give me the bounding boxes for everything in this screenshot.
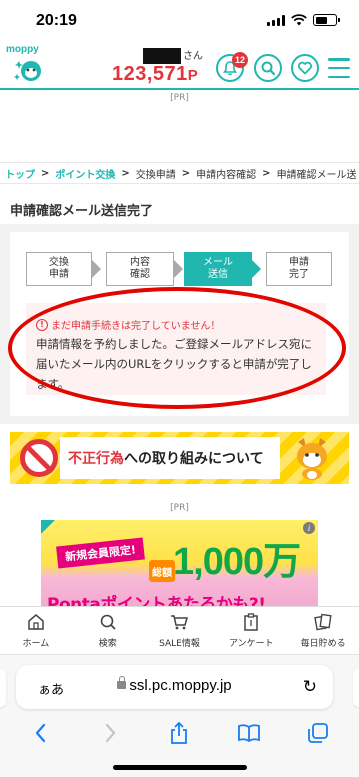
- home-indicator: [113, 765, 247, 770]
- ad-corner-mark: [41, 520, 55, 534]
- step-arrow-icon: [174, 260, 183, 278]
- cards-icon: [312, 611, 334, 633]
- ad-banner[interactable]: i 新規会員限定! 総額 1,000万 Pontaポイントあたるかも?!: [41, 520, 318, 616]
- breadcrumb-point-exchange[interactable]: ポイント交換: [55, 166, 115, 181]
- breadcrumb-chevron-icon: >: [121, 167, 130, 179]
- status-time: 20:19: [36, 12, 77, 29]
- nav-label: アンケート: [228, 639, 274, 649]
- breadcrumb-chevron-icon: >: [181, 167, 191, 179]
- nav-label: 検索: [98, 639, 117, 649]
- back-button[interactable]: [21, 718, 61, 748]
- ad-ribbon: 新規会員限定!: [56, 537, 145, 569]
- cart-icon: [168, 611, 190, 633]
- step-line: 申請: [49, 269, 69, 280]
- breadcrumb-top[interactable]: トップ: [5, 166, 35, 181]
- step-line: 交換: [49, 257, 69, 268]
- pr-label-top: [PR]: [170, 93, 189, 103]
- signal-icon: [267, 14, 285, 26]
- points-unit: P: [187, 67, 199, 84]
- nav-label: SALE情報: [159, 639, 200, 649]
- banner-text-rest: への取り組みについて: [124, 451, 264, 467]
- step-confirm: 内容 確認: [106, 252, 174, 286]
- pr-label-mid: [PR]: [170, 503, 189, 513]
- nav-label: ホーム: [22, 639, 50, 649]
- heart-icon: [298, 61, 312, 75]
- forward-button[interactable]: [90, 718, 130, 748]
- favorites-button[interactable]: [291, 54, 319, 82]
- nav-home[interactable]: ホーム: [0, 607, 72, 654]
- page-title: 申請確認メール送信完了: [10, 204, 154, 219]
- breadcrumb-confirm: 申請内容確認: [196, 169, 257, 181]
- step-arrow-icon: [92, 260, 101, 278]
- url-text: ssl.pc.moppy.jp: [16, 676, 333, 694]
- step-request: 交換 申請: [26, 252, 92, 286]
- redacted-user-name: [143, 48, 181, 64]
- nav-daily[interactable]: 毎日貯める: [287, 607, 359, 654]
- tabs-icon: [308, 723, 329, 743]
- bottom-nav: ホーム 検索 SALE情報 アンケート 毎日貯める: [0, 606, 359, 654]
- prohibited-icon: [20, 439, 58, 477]
- status-icons: [267, 14, 340, 26]
- next-tab-peek[interactable]: [353, 669, 359, 707]
- fraud-policy-banner[interactable]: 不正行為への取り組みについて: [10, 432, 349, 484]
- browser-toolbar: [0, 713, 359, 753]
- url-value: ssl.pc.moppy.jp: [129, 677, 232, 694]
- share-button[interactable]: [159, 718, 199, 748]
- step-line: 内容: [130, 257, 150, 268]
- reload-icon[interactable]: ↻: [303, 677, 317, 697]
- step-line: 完了: [289, 269, 309, 280]
- step-line: 送信: [208, 269, 228, 280]
- breadcrumb-mail-sent: 申請確認メール送: [276, 169, 357, 181]
- logo-text: moppy: [6, 44, 39, 55]
- chevron-left-icon: [35, 723, 45, 743]
- nav-sale[interactable]: SALE情報: [144, 607, 216, 654]
- highlight-ellipse: [8, 287, 346, 409]
- progress-steps: 交換 申請 内容 確認 メール 送信 申請 完了: [26, 252, 336, 286]
- ad-amount: 1,000万: [173, 541, 301, 583]
- points-value: 123,571: [112, 63, 188, 85]
- search-icon: [97, 611, 119, 633]
- address-bar[interactable]: ぁあ ssl.pc.moppy.jp ↻: [16, 665, 333, 709]
- hamburger-menu-icon[interactable]: [328, 58, 350, 78]
- step-complete: 申請 完了: [266, 252, 332, 286]
- nav-search[interactable]: 検索: [72, 607, 144, 654]
- mascot-logo-icon: [14, 61, 41, 81]
- step-line: メール: [203, 257, 233, 268]
- notification-badge: 12: [232, 52, 248, 68]
- points-balance[interactable]: 123,571P: [112, 63, 198, 86]
- chevron-right-icon: [105, 723, 116, 743]
- wifi-icon: [291, 14, 307, 26]
- clipboard-icon: [240, 611, 262, 633]
- tabs-button[interactable]: [298, 718, 338, 748]
- ad-info-icon[interactable]: i: [303, 522, 315, 534]
- search-button[interactable]: [254, 54, 282, 82]
- nav-survey[interactable]: アンケート: [215, 607, 287, 654]
- bookmarks-button[interactable]: [229, 718, 269, 748]
- step-line: 確認: [130, 269, 150, 280]
- browser-chrome: ぁあ ssl.pc.moppy.jp ↻: [0, 654, 359, 777]
- moppy-logo[interactable]: moppy: [6, 44, 46, 86]
- breadcrumb-chevron-icon: >: [41, 167, 50, 179]
- banner-text-red: 不正行為: [68, 451, 124, 467]
- status-bar: 20:19: [0, 0, 359, 44]
- step-line: 申請: [289, 257, 309, 268]
- share-icon: [171, 721, 188, 744]
- battery-icon: [313, 14, 340, 26]
- breadcrumb-exchange-request: 交換申請: [135, 169, 176, 181]
- ad-total-label: 総額: [149, 560, 175, 582]
- breadcrumb: トップ > ポイント交換 > 交換申請 > 申請内容確認 > 申請確認メール送: [0, 162, 359, 184]
- step-arrow-icon: [252, 260, 261, 278]
- nav-label: 毎日貯める: [300, 639, 346, 649]
- prev-tab-peek[interactable]: [0, 669, 6, 707]
- search-icon: [261, 61, 276, 76]
- step-mail-sent: メール 送信: [184, 252, 252, 286]
- name-suffix: さん: [183, 51, 203, 62]
- breadcrumb-chevron-icon: >: [262, 167, 271, 179]
- mascot-icon: [297, 438, 327, 480]
- home-icon: [25, 611, 47, 633]
- app-header: moppy さん 123,571P 12: [0, 44, 359, 90]
- book-icon: [237, 724, 260, 743]
- banner-text: 不正行為への取り組みについて: [68, 448, 264, 468]
- lock-icon: [117, 676, 127, 689]
